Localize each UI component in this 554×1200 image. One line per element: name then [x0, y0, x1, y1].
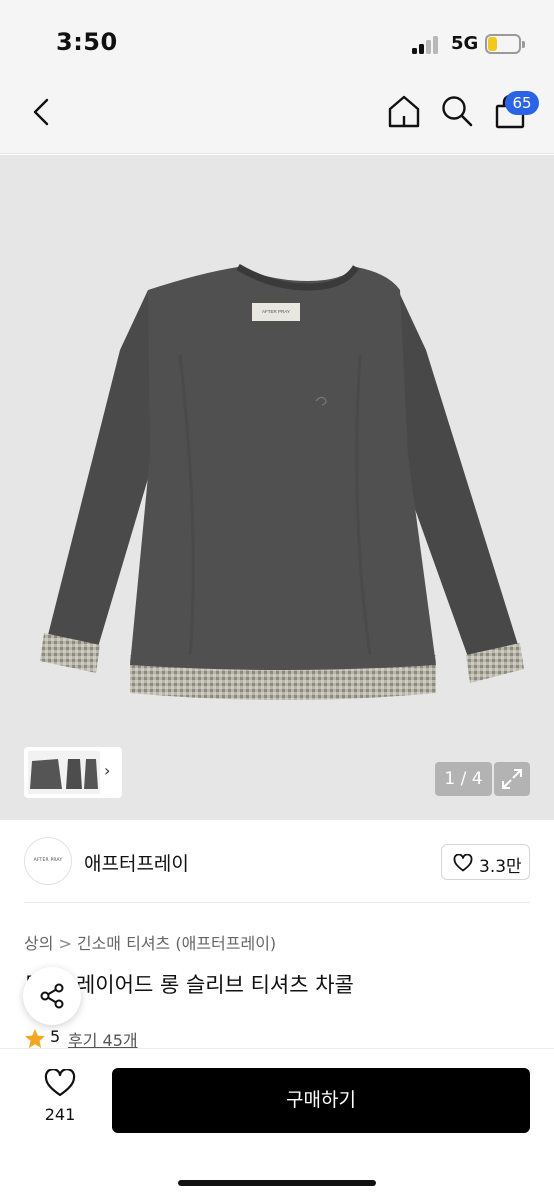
- chevron-right-icon: ›: [104, 761, 111, 780]
- product-gallery[interactable]: AFTER PRAY › 1 / 4: [0, 155, 554, 820]
- signal-strength-icon: [412, 34, 442, 54]
- breadcrumb-item-subcategory[interactable]: 긴소매 티셔츠 (애프터프레이): [77, 930, 276, 954]
- brand-name[interactable]: 애프터프레이: [84, 849, 189, 876]
- heart-outline-icon: [44, 1069, 76, 1097]
- search-icon[interactable]: [440, 94, 474, 128]
- rating-value: 5: [50, 1027, 61, 1046]
- breadcrumb-separator: >: [58, 934, 72, 953]
- buy-button[interactable]: 구매하기: [112, 1068, 530, 1133]
- share-icon: [40, 983, 64, 1009]
- home-icon[interactable]: [386, 93, 422, 129]
- like-button[interactable]: 241: [36, 1069, 84, 1129]
- heart-outline-icon: [453, 854, 473, 872]
- image-counter: 1 / 4: [435, 762, 492, 796]
- star-icon: [25, 1029, 45, 1048]
- home-indicator: [178, 1180, 376, 1186]
- product-image[interactable]: AFTER PRAY: [0, 155, 554, 820]
- breadcrumb-item-category[interactable]: 상의: [24, 930, 53, 954]
- svg-text:AFTER PRAY: AFTER PRAY: [262, 309, 290, 314]
- cart-count-badge: 65: [505, 91, 539, 115]
- bottom-bar: 241 구매하기: [0, 1048, 554, 1200]
- status-time: 3:50: [56, 28, 118, 56]
- product-title: 투 타 레이어드 롱 슬리브 티셔츠 차콜: [24, 973, 354, 997]
- nav-bar: 65: [0, 80, 554, 154]
- network-type: 5G: [451, 33, 479, 54]
- breadcrumb: 상의 > 긴소매 티셔츠 (애프터프레이): [24, 930, 276, 954]
- brand-logo[interactable]: AFTER PRAY: [24, 837, 72, 885]
- expand-icon: [502, 769, 522, 789]
- divider: [24, 902, 530, 903]
- battery-level: [488, 37, 497, 51]
- expand-button[interactable]: [494, 762, 530, 796]
- thumbnail-strip[interactable]: ›: [24, 747, 122, 798]
- like-count: 241: [44, 1105, 76, 1124]
- brand-row: AFTER PRAY 애프터프레이 3.3만: [0, 820, 554, 904]
- brand-like-count: 3.3만: [479, 857, 522, 877]
- status-bar: 3:50 5G: [0, 0, 554, 80]
- chevron-left-icon[interactable]: [28, 96, 56, 128]
- thumbnail-images: [28, 751, 100, 794]
- share-button[interactable]: [23, 967, 81, 1025]
- brand-like-button[interactable]: 3.3만: [441, 844, 530, 880]
- battery-icon: [485, 34, 525, 54]
